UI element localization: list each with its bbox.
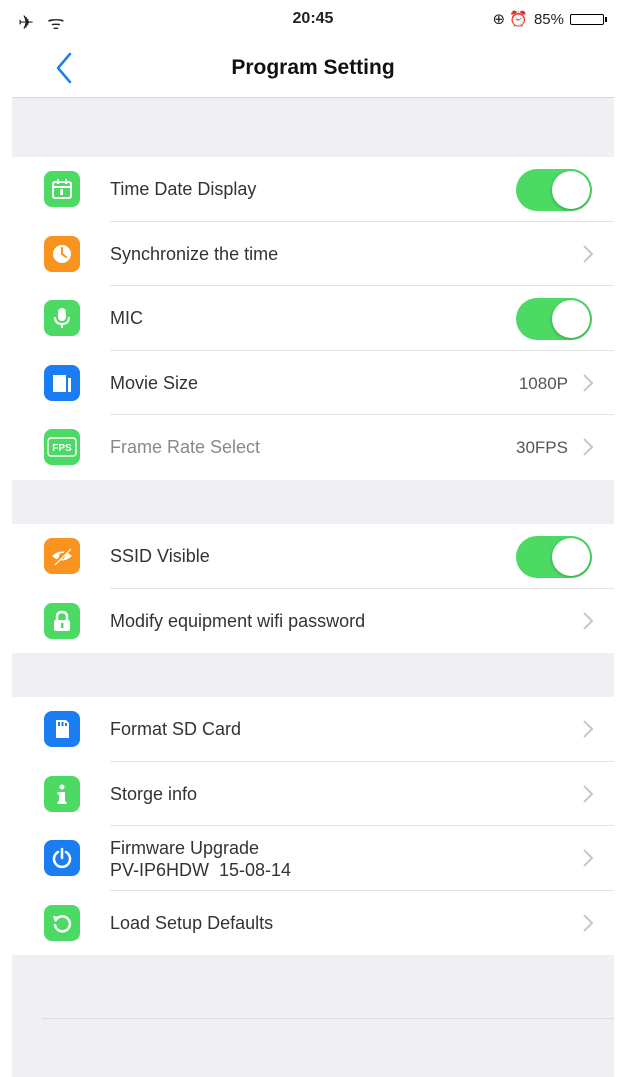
settings-group-storage: Format SD Card Storge info Firmware Upgr… (12, 697, 614, 955)
time-date-toggle[interactable] (516, 169, 592, 211)
row-firmware-upgrade[interactable]: Firmware Upgrade PV-IP6HDW 15-08-14 (12, 826, 614, 891)
row-ssid-visible[interactable]: SSID Visible (12, 524, 614, 589)
chevron-right-icon (583, 438, 594, 456)
info-icon (44, 775, 80, 812)
row-label: SSID Visible (110, 546, 210, 566)
lock-icon (44, 602, 80, 639)
divider (42, 1018, 614, 1019)
row-label: Time Date Display (110, 179, 257, 199)
status-bar: ✈ ᯤ 20:45 ⊕ ⏰ 85% (12, 0, 614, 40)
chevron-right-icon (583, 784, 594, 803)
chevron-right-icon (583, 849, 594, 867)
row-storage-info[interactable]: Storge info (12, 762, 614, 826)
row-format-sd[interactable]: Format SD Card (12, 697, 614, 762)
svg-text:FPS: FPS (52, 443, 72, 454)
microphone-icon (44, 300, 80, 336)
power-icon (44, 840, 80, 876)
row-label: Storge info (110, 783, 198, 804)
row-label: MIC (110, 308, 143, 328)
toggle-knob (552, 538, 590, 576)
clock-icon (44, 235, 80, 272)
row-frame-rate[interactable]: FPS Frame Rate Select 30FPS (12, 415, 614, 480)
toggle-knob (552, 300, 590, 338)
row-label: Format SD Card (110, 719, 242, 739)
row-label: Firmware Upgrade (110, 838, 260, 858)
firmware-labels: Firmware Upgrade PV-IP6HDW 15-08-14 (110, 837, 291, 881)
row-label: Movie Size (110, 372, 199, 393)
row-synchronize-time[interactable]: Synchronize the time (12, 222, 614, 286)
rotation-alarm-icons: ⊕ ⏰ (492, 11, 528, 28)
battery-percent: 85% (533, 10, 564, 28)
mic-toggle[interactable] (516, 298, 592, 340)
row-load-defaults[interactable]: Load Setup Defaults (12, 891, 614, 956)
page-title: Program Setting (231, 56, 395, 79)
navigation-bar: Program Setting (12, 40, 614, 98)
row-label: Synchronize the time (110, 243, 279, 264)
eye-hidden-icon (44, 538, 80, 574)
settings-group-wifi: SSID Visible Modify equipment wifi passw… (12, 524, 614, 653)
chevron-right-icon (583, 720, 594, 738)
row-label: Load Setup Defaults (110, 912, 274, 933)
reset-icon (44, 904, 80, 941)
movie-size-icon (44, 364, 80, 401)
calendar-icon (44, 171, 80, 207)
chevron-right-icon (583, 913, 594, 932)
row-wifi-password[interactable]: Modify equipment wifi password (12, 589, 614, 654)
row-time-date-display[interactable]: Time Date Display (12, 157, 614, 222)
status-right: ⊕ ⏰ 85% (492, 10, 607, 28)
ssid-visible-toggle[interactable] (516, 536, 592, 578)
movie-size-value: 1080P (518, 373, 568, 393)
fps-icon: FPS (44, 429, 80, 465)
row-label: Modify equipment wifi password (110, 610, 366, 631)
firmware-version: PV-IP6HDW 15-08-14 (110, 860, 292, 880)
chevron-right-icon (583, 611, 594, 630)
battery-icon (570, 13, 607, 25)
row-mic[interactable]: MIC (12, 286, 614, 351)
phone-screen: ✈ ᯤ 20:45 ⊕ ⏰ 85% Program Setting Time D… (12, 0, 614, 1077)
settings-group-video: Time Date Display Synchronize the time M… (12, 157, 614, 480)
row-movie-size[interactable]: Movie Size 1080P (12, 351, 614, 415)
row-label: Frame Rate Select (110, 437, 261, 457)
chevron-right-icon (583, 244, 594, 263)
chevron-right-icon (583, 373, 594, 392)
toggle-knob (552, 171, 590, 209)
frame-rate-value: 30FPS (516, 438, 568, 457)
sd-card-icon (44, 711, 80, 747)
